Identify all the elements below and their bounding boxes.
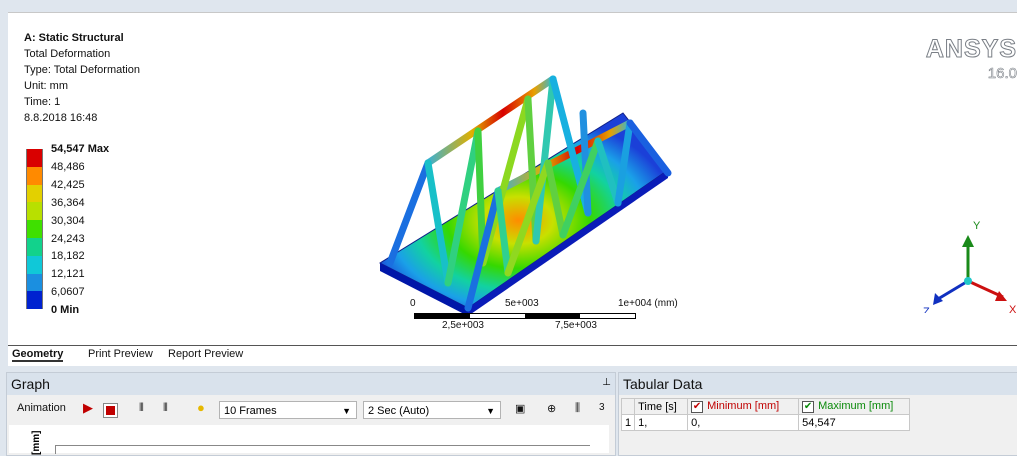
triad-x-label: X — [1009, 304, 1017, 313]
graphics-viewport[interactable]: A: Static Structural Total Deformation T… — [8, 12, 1017, 346]
table-row[interactable]: 1 1, 0, 54,547 — [620, 414, 911, 431]
view-tabs: Geometry Print Preview Report Preview — [8, 345, 1017, 366]
graph-plot-area[interactable]: [mm] — [9, 425, 609, 455]
table-header-row: Time [s] ✔ Minimum [mm] ✔ Maximum [mm] — [620, 398, 911, 415]
scale-tick: 1e+004 (mm) — [618, 298, 678, 309]
stop-icon — [106, 406, 115, 415]
axis-triad[interactable]: Y Z X — [913, 213, 1017, 313]
scale-tick: 2,5e+003 — [442, 320, 484, 331]
chevron-down-icon: ▼ — [342, 406, 351, 416]
column-header[interactable]: ✔ Maximum [mm] — [798, 398, 911, 415]
scale-bar: 0 5e+003 1e+004 (mm) 2,5e+003 7,5e+003 — [410, 296, 678, 336]
result-frames-icon[interactable]: ⦀ — [163, 402, 168, 415]
graph-toolbar: Animation ▶ ⦀ ⦀ ● 10 Frames ▼ 2 Sec (Aut… — [9, 399, 609, 421]
checkbox-minimum[interactable]: ✔ — [691, 400, 704, 413]
export-video-icon[interactable]: ▣ — [515, 402, 525, 415]
lightbulb-icon[interactable]: ● — [197, 400, 205, 415]
table-cell: 1, — [634, 414, 689, 431]
duration-select[interactable]: 2 Sec (Auto) ▼ — [363, 401, 501, 419]
row-header-cell — [620, 398, 636, 415]
tab-print-preview[interactable]: Print Preview — [88, 348, 153, 360]
tabular-data-table[interactable]: Time [s] ✔ Minimum [mm] ✔ Maximum [mm] 1 1… — [620, 398, 911, 431]
scale-tick: 0 — [410, 298, 416, 309]
animation-label: Animation — [17, 402, 66, 414]
table-cell: 54,547 — [798, 414, 911, 431]
stop-button[interactable] — [103, 403, 118, 418]
duration-select-value: 2 Sec (Auto) — [368, 405, 430, 417]
scale-tick: 7,5e+003 — [555, 320, 597, 331]
checkbox-maximum[interactable]: ✔ — [802, 400, 815, 413]
column-header[interactable]: ✔ Minimum [mm] — [687, 398, 800, 415]
frame-counter: 3 — [599, 402, 605, 413]
frames-select[interactable]: 10 Frames ▼ — [219, 401, 357, 419]
column-header[interactable]: Time [s] — [634, 398, 689, 415]
graph-panel: Graph ⊥ Animation ▶ ⦀ ⦀ ● 10 Frames ▼ 2 … — [6, 372, 616, 456]
triad-z-label: Z — [923, 306, 930, 313]
row-number: 1 — [620, 414, 636, 431]
tab-report-preview[interactable]: Report Preview — [168, 348, 243, 360]
chevron-down-icon: ▼ — [486, 406, 495, 416]
graph-panel-title: Graph — [7, 373, 615, 395]
pin-icon[interactable]: ⊥ — [602, 377, 611, 388]
tabular-data-panel: Tabular Data Time [s] ✔ Minimum [mm] ✔ Max… — [618, 372, 1017, 456]
graph-axes — [55, 445, 590, 454]
scale-tick: 5e+003 — [505, 298, 539, 309]
frames-bar-icon[interactable]: ⫼ — [575, 402, 580, 415]
tabular-panel-title: Tabular Data — [619, 373, 1017, 395]
frames-select-value: 10 Frames — [224, 405, 277, 417]
graph-axis-unit: [mm] — [31, 430, 42, 455]
table-cell: 0, — [687, 414, 800, 431]
zoom-icon[interactable]: ⊕ — [547, 402, 556, 415]
distributed-frames-icon[interactable]: ⦀ — [139, 402, 144, 415]
tab-geometry[interactable]: Geometry — [12, 348, 64, 362]
triad-y-label: Y — [973, 220, 981, 232]
play-icon[interactable]: ▶ — [83, 400, 93, 416]
